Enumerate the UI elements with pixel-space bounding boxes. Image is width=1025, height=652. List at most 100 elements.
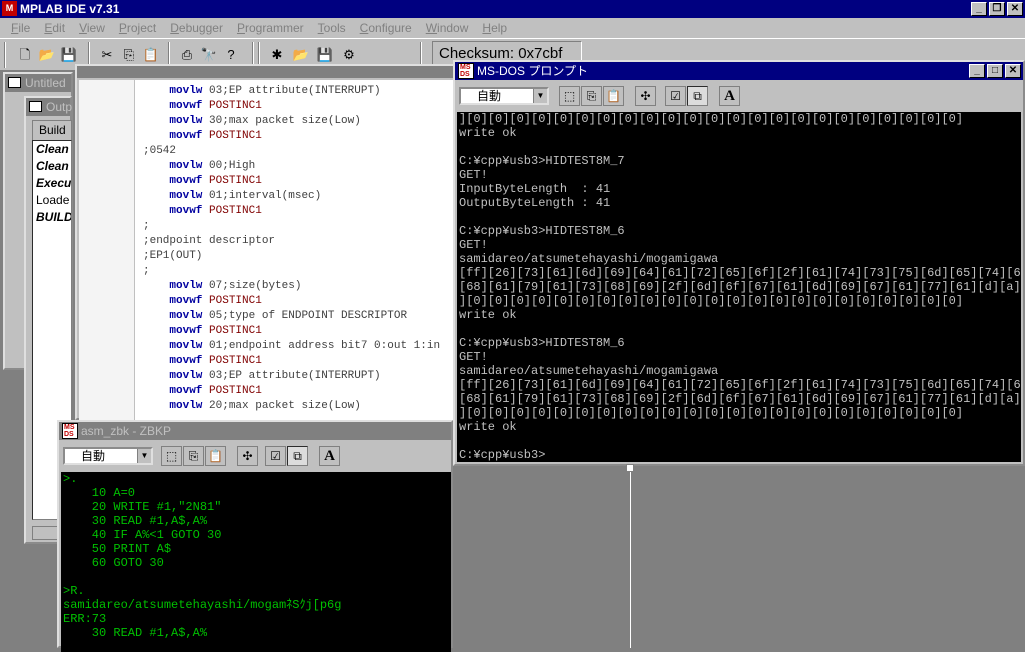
close-button[interactable]: ✕ [1007, 2, 1023, 16]
copy-icon[interactable]: ⎘ [118, 44, 140, 66]
font-size-select[interactable]: 自動 ▼ [459, 87, 549, 105]
font-icon[interactable]: A [319, 446, 340, 466]
copy-icon[interactable]: ⎘ [581, 86, 602, 106]
code-operand: ; [143, 220, 150, 232]
app-title-bar[interactable]: M MPLAB IDE v7.31 _ ❐ ✕ [0, 0, 1025, 18]
menu-bar: File Edit View Project Debugger Programmer Too… [0, 18, 1025, 38]
font-size-value: 自動 [81, 449, 106, 463]
project-settings-icon[interactable]: ⚙ [338, 44, 360, 66]
paste-icon[interactable]: 📋 [140, 44, 162, 66]
menu-debugger[interactable]: Debugger [163, 21, 230, 35]
console-line: write ok [459, 420, 517, 434]
code-operand: 05;type of ENDPOINT DESCRIPTOR [209, 310, 408, 322]
menu-window[interactable]: Window [419, 21, 476, 35]
menu-help[interactable]: Help [475, 21, 514, 35]
code-operand: 07;size(bytes) [209, 280, 302, 292]
console-line: GET! [459, 350, 488, 364]
menu-programmer[interactable]: Programmer [230, 21, 311, 35]
code-line: movwf POSTINC1 [143, 174, 261, 189]
build-output-line: BUILD [36, 210, 72, 224]
open-project-icon[interactable]: 📂 [290, 44, 312, 66]
font-icon[interactable]: A [719, 86, 740, 106]
mark-icon[interactable]: ⬚ [559, 86, 580, 106]
code-editor[interactable]: movlw 03;EP attribute(INTERRUPT) movwf P… [79, 80, 453, 420]
copy-icon[interactable]: ⎘ [183, 446, 204, 466]
console-line: samidareo/atsumetehayashi/mogamigawa [459, 364, 719, 378]
code-line: movlw 01;endpoint address bit7 0:out 1:i… [143, 339, 440, 354]
code-operand: ; [143, 265, 150, 277]
console-line: ][0][0][0][0][0][0][0][0][0][0][0][0][0]… [459, 294, 964, 308]
asm-source-window[interactable]: movlw 03;EP attribute(INTERRUPT) movwf P… [75, 64, 455, 420]
msdos-console[interactable]: ][0][0][0][0][0][0][0][0][0][0][0][0][0]… [457, 112, 1021, 462]
fullscreen-icon[interactable]: ✣ [635, 86, 656, 106]
close-button[interactable]: ✕ [1005, 64, 1021, 78]
msdos-prompt-window[interactable]: MS DS MS-DOS プロンプト _ □ ✕ 自動 ▼ ⬚ ⎘ 📋 ✣ ☑ ⧉… [453, 60, 1025, 466]
print-icon[interactable]: ⎙ [176, 44, 198, 66]
zbkp-window[interactable]: MS DS asm_zbk - ZBKP 自動 ▼ ⬚ ⎘ 📋 ✣ ☑ ⧉ A >… [57, 420, 453, 652]
paste-icon[interactable]: 📋 [603, 86, 624, 106]
menu-configure[interactable]: Configure [353, 21, 419, 35]
code-operand: 03;EP attribute(INTERRUPT) [209, 85, 381, 97]
mplab-logo-icon: M [2, 1, 17, 16]
code-line: movwf POSTINC1 [143, 294, 261, 309]
restore-button[interactable]: ❐ [989, 2, 1005, 16]
mark-icon[interactable]: ⬚ [161, 446, 182, 466]
console-line: ERR:73 [63, 612, 107, 626]
new-project-icon[interactable]: ✱ [266, 44, 288, 66]
zbkp-console[interactable]: >. 10 A=0 20 WRITE #1,"2N81" 30 READ #1,… [61, 472, 451, 652]
properties-icon[interactable]: ☑ [265, 446, 286, 466]
build-output-line: Clean [36, 142, 69, 156]
menu-file[interactable]: File [4, 21, 37, 35]
menu-project[interactable]: Project [112, 21, 163, 35]
code-operand: 03;EP attribute(INTERRUPT) [209, 370, 381, 382]
code-operand: POSTINC1 [209, 100, 262, 112]
help-icon[interactable]: ? [220, 44, 242, 66]
code-instruction: movlw [169, 190, 203, 202]
chevron-down-icon[interactable]: ▼ [533, 89, 547, 103]
background-icon[interactable]: ⧉ [687, 86, 708, 106]
console-line: InputByteLength : 41 [459, 182, 611, 196]
console-line: 50 PRINT A$ [63, 542, 172, 556]
font-size-select[interactable]: 自動 ▼ [63, 447, 153, 465]
console-line: >. [63, 472, 78, 486]
save-project-icon[interactable]: 💾 [314, 44, 336, 66]
console-line: 30 READ #1,A$,A% [63, 626, 208, 640]
console-line: [68][61][79][61][73][68][69][2f][6d][6f]… [459, 280, 1021, 294]
cut-icon[interactable]: ✂ [96, 44, 118, 66]
open-file-icon[interactable]: 📂 [36, 44, 58, 66]
paste-icon[interactable]: 📋 [205, 446, 226, 466]
properties-icon[interactable]: ☑ [665, 86, 686, 106]
window-icon [29, 101, 42, 112]
menu-tools[interactable]: Tools [311, 21, 353, 35]
code-operand: 30;max packet size(Low) [209, 115, 361, 127]
msdos-title-bar[interactable]: MS DS MS-DOS プロンプト _ □ ✕ [455, 62, 1023, 80]
minimize-button[interactable]: _ [971, 2, 987, 16]
code-operand: 00;High [209, 160, 256, 172]
find-icon[interactable]: 🔭 [198, 44, 220, 66]
minimize-button[interactable]: _ [969, 64, 985, 78]
resize-handle[interactable] [626, 464, 634, 472]
console-line: samidareo/atsumetehayashi/mogamﾈSｸj[p6g [63, 598, 342, 612]
background-icon[interactable]: ⧉ [287, 446, 308, 466]
code-instruction: movwf [169, 205, 203, 217]
code-instruction: movlw [169, 340, 203, 352]
code-instruction: movwf [169, 175, 203, 187]
console-line: GET! [459, 168, 488, 182]
save-icon[interactable]: 💾 [58, 44, 80, 66]
tab-build[interactable]: Build [32, 120, 72, 140]
chevron-down-icon[interactable]: ▼ [137, 449, 151, 463]
new-file-icon[interactable]: 🗋 [14, 44, 36, 66]
menu-view[interactable]: View [72, 21, 112, 35]
asm-window-caption[interactable] [77, 66, 453, 78]
maximize-button[interactable]: □ [987, 64, 1003, 78]
zbkp-title-bar[interactable]: MS DS asm_zbk - ZBKP [59, 422, 451, 440]
code-line: ;EP1(OUT) [143, 249, 202, 264]
console-line: 20 WRITE #1,"2N81" [63, 500, 222, 514]
menu-edit[interactable]: Edit [37, 21, 72, 35]
msdos-icon: MS DS [62, 423, 78, 439]
zbkp-title: asm_zbk - ZBKP [81, 424, 172, 438]
code-operand: 01;interval(msec) [209, 190, 322, 202]
fullscreen-icon[interactable]: ✣ [237, 446, 258, 466]
